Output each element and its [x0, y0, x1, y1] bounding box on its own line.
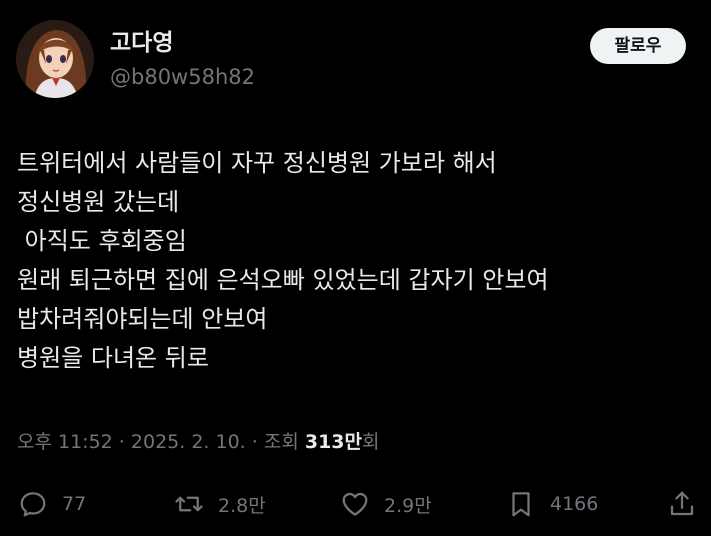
- tweet-line: 아직도 후회중임: [17, 227, 187, 255]
- share-icon: [670, 491, 694, 516]
- tweet-meta: 오후 11:52 · 2025. 2. 10. · 조회 313만회: [17, 427, 379, 457]
- tweet-line: 트위터에서 사람들이 자꾸 정신병원 가보라 해서: [17, 149, 497, 177]
- retweet-button[interactable]: 2.8만: [174, 488, 266, 520]
- tweet-line: 정신병원 갔는데: [17, 188, 180, 216]
- avatar[interactable]: [16, 20, 94, 98]
- like-button[interactable]: 2.9만: [340, 488, 432, 520]
- views-suffix: 회: [362, 431, 380, 453]
- reply-icon: [20, 492, 46, 517]
- reply-count: 77: [62, 493, 87, 515]
- meta-separator: ·: [245, 431, 264, 453]
- retweet-count: 2.8만: [218, 494, 266, 517]
- tweet-text: 트위터에서 사람들이 자꾸 정신병원 가보라 해서 정신병원 갔는데 아직도 후…: [17, 144, 697, 378]
- bookmark-count: 4166: [550, 493, 599, 515]
- user-handle[interactable]: @b80w58h82: [110, 63, 255, 91]
- anime-girl-avatar-icon: [16, 20, 94, 98]
- like-count: 2.9만: [384, 494, 432, 517]
- bookmark-button[interactable]: 4166: [506, 488, 598, 520]
- heart-icon: [342, 492, 368, 516]
- retweet-icon: [175, 496, 203, 512]
- tweet-date[interactable]: 2025. 2. 10.: [131, 431, 246, 453]
- tweet-line: 병원을 다녀온 뒤로: [17, 344, 209, 372]
- tweet-time[interactable]: 오후 11:52: [17, 431, 113, 453]
- views-count: 313만: [304, 431, 362, 453]
- display-name[interactable]: 고다영: [110, 28, 173, 58]
- tweet-line: 원래 퇴근하면 집에 은석오빠 있었는데 갑자기 안보여: [17, 266, 549, 294]
- reply-button[interactable]: 77: [18, 488, 86, 520]
- views-label: 조회: [263, 431, 305, 453]
- share-button[interactable]: [667, 488, 697, 520]
- meta-separator: ·: [112, 431, 131, 453]
- tweet-line: 밥차려줘야되는데 안보여: [17, 305, 268, 333]
- follow-button[interactable]: 팔로우: [590, 28, 686, 64]
- bookmark-icon: [512, 492, 530, 517]
